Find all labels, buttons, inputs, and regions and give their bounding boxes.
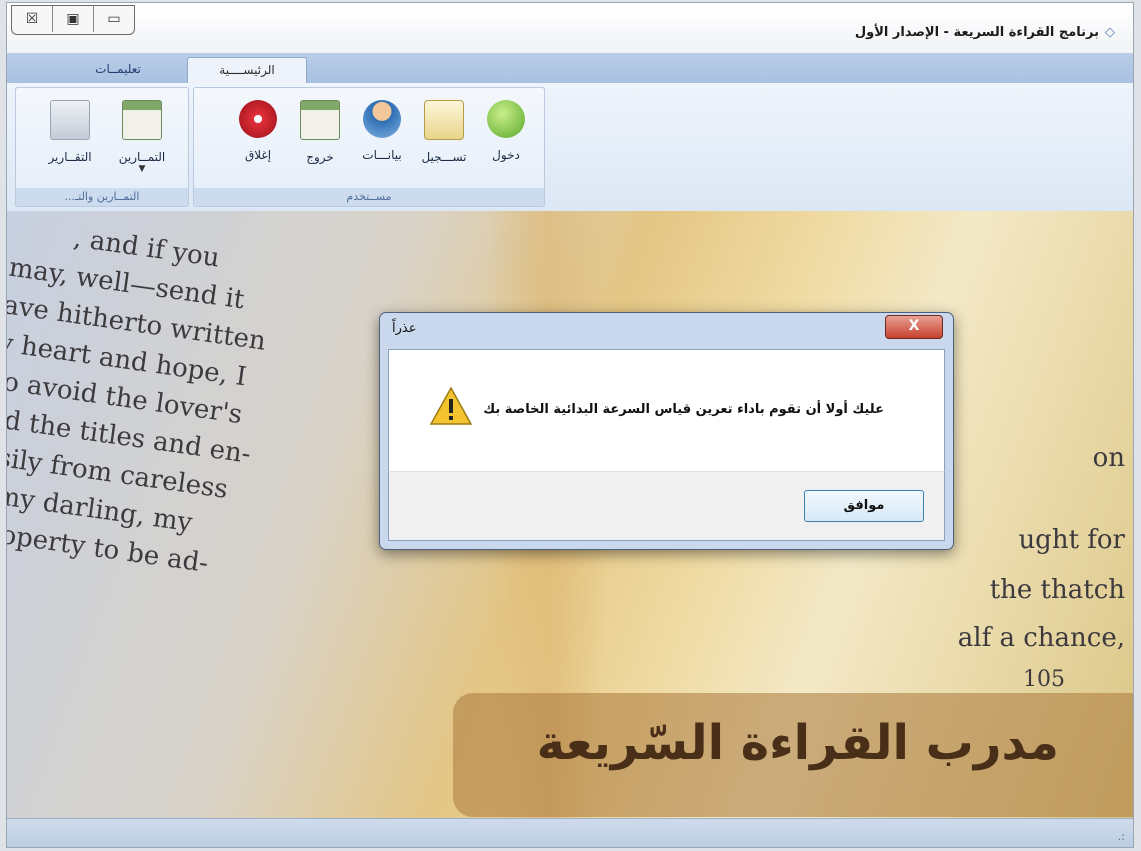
register-label: تســـجيل [421, 150, 467, 164]
logout-label: خروج [306, 150, 334, 164]
exercises-label: التمــارين [118, 150, 166, 164]
book-line: alf a chance, [957, 623, 1125, 653]
close-app-button[interactable]: إغلاق [228, 94, 288, 182]
close-app-label: إغلاق [244, 148, 272, 162]
ribbon-group-user: دخول تســـجيل بيانـــات خروج إغلاق مســت… [193, 87, 545, 207]
exercises-icon [122, 100, 162, 140]
dialog-title: عذراً [392, 321, 417, 336]
register-pencil-icon [424, 100, 464, 140]
brand-panel: مدرب القراءة السّريعة [453, 693, 1133, 817]
error-dialog: عذراً X عليك أولا أن تقوم باداء تعرين قي… [379, 312, 954, 550]
user-data-button[interactable]: بيانـــات [352, 94, 412, 182]
dialog-close-button[interactable]: X [885, 315, 943, 339]
dialog-body: عليك أولا أن تقوم باداء تعرين قياس السرع… [388, 349, 945, 473]
reports-label: التقــارير [48, 150, 92, 164]
ok-button[interactable]: موافق [804, 490, 924, 522]
reports-button[interactable]: التقــارير [40, 94, 100, 182]
chevron-down-icon[interactable]: ▼ [112, 164, 172, 174]
window-controls: ☒ ▣ ▭ [11, 5, 135, 35]
logout-button[interactable]: خروج [290, 94, 350, 182]
logout-icon [300, 100, 340, 140]
tab-help[interactable]: تعليمــات [63, 57, 173, 83]
exercises-button[interactable]: التمــارين ▼ [112, 94, 172, 182]
login-label: دخول [492, 148, 520, 162]
dialog-message: عليك أولا أن تقوم باداء تعرين قياس السرع… [483, 402, 884, 417]
user-data-label: بيانـــات [362, 148, 402, 162]
register-button[interactable]: تســـجيل [414, 94, 474, 182]
user-data-icon [363, 100, 401, 138]
exercises-group-label: التمــارين والتـ... [16, 188, 188, 206]
app-logo-icon: ◇ [1105, 25, 1115, 40]
close-stop-icon [239, 100, 277, 138]
tab-home[interactable]: الرئيســــية [187, 57, 307, 84]
user-login-icon [487, 100, 525, 138]
close-window-button[interactable]: ☒ [12, 6, 53, 32]
ribbon-group-exercises: التمــارين ▼ التقــارير التمــارين والتـ… [15, 87, 189, 207]
brand-title: مدرب القراءة السّريعة [536, 715, 1059, 771]
warning-icon [429, 386, 473, 425]
status-bar: .: [7, 818, 1133, 847]
reports-icon [50, 100, 90, 140]
window-title-text: برنامج القراءة السريعة - الإصدار الأول [854, 25, 1099, 40]
user-group-label: مســتخدم [194, 188, 544, 206]
minimize-window-button[interactable]: ▭ [94, 6, 134, 32]
ribbon-bar: دخول تســـجيل بيانـــات خروج إغلاق مســت… [7, 83, 1133, 212]
dialog-footer: موافق [388, 471, 945, 541]
book-line: ught for [1018, 525, 1125, 555]
book-line: on [1092, 443, 1125, 473]
resize-grip-icon[interactable]: .: [1118, 830, 1125, 843]
window-title: ◇ برنامج القراءة السريعة - الإصدار الأول [855, 25, 1115, 40]
ribbon-tabs: الرئيســــية تعليمــات [7, 53, 1133, 84]
page-number: 105 [1023, 667, 1065, 692]
title-bar: ☒ ▣ ▭ ◇ برنامج القراءة السريعة - الإصدار … [7, 3, 1133, 53]
login-button[interactable]: دخول [476, 94, 536, 182]
book-page-left: , and if you may, well—send it ave hithe… [7, 211, 344, 821]
book-line: the thatch [989, 575, 1125, 605]
maximize-window-button[interactable]: ▣ [53, 6, 94, 32]
